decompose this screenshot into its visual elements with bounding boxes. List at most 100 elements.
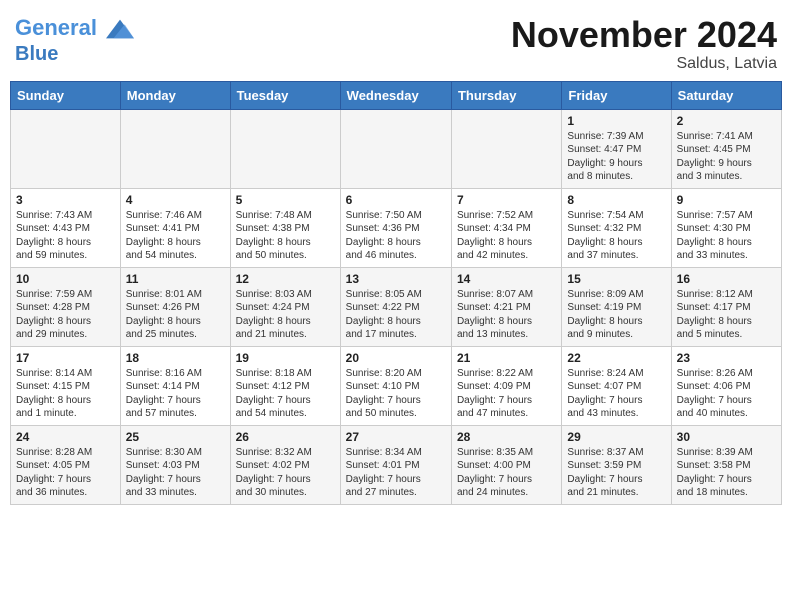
calendar-cell: 3Sunrise: 7:43 AM Sunset: 4:43 PM Daylig…	[11, 188, 121, 267]
day-number: 15	[567, 272, 665, 286]
calendar-cell: 5Sunrise: 7:48 AM Sunset: 4:38 PM Daylig…	[230, 188, 340, 267]
day-info: Sunrise: 8:22 AM Sunset: 4:09 PM Dayligh…	[457, 367, 556, 421]
day-number: 20	[346, 351, 446, 365]
day-number: 11	[126, 272, 225, 286]
calendar-cell: 14 Sunrise: 8:07 AM Sunset: 4:21 PM Dayli…	[451, 267, 561, 346]
day-info: Sunrise: 8:39 AM Sunset: 3:58 PM Dayligh…	[677, 446, 776, 500]
week-row-5: 24Sunrise: 8:28 AM Sunset: 4:05 PM Dayli…	[11, 425, 782, 504]
day-number: 23	[677, 351, 776, 365]
day-number: 30	[677, 430, 776, 444]
calendar-cell: 9Sunrise: 7:57 AM Sunset: 4:30 PM Daylig…	[671, 188, 781, 267]
day-number: 7	[457, 193, 556, 207]
calendar-cell: 21 Sunrise: 8:22 AM Sunset: 4:09 PM Dayli…	[451, 346, 561, 425]
day-info: Sunrise: 8:20 AM Sunset: 4:10 PM Dayligh…	[346, 367, 446, 421]
week-row-3: 10 Sunrise: 7:59 AM Sunset: 4:28 PM Dayli…	[11, 267, 782, 346]
day-info: Sunrise: 7:41 AM Sunset: 4:45 PM Dayligh…	[677, 130, 776, 184]
day-number: 13	[346, 272, 446, 286]
calendar-cell	[230, 109, 340, 188]
day-info: Sunrise: 8:18 AM Sunset: 4:12 PM Dayligh…	[236, 367, 335, 421]
day-number: 5	[236, 193, 335, 207]
day-info: Sunrise: 8:16 AM Sunset: 4:14 PM Dayligh…	[126, 367, 225, 421]
day-number: 27	[346, 430, 446, 444]
weekday-header-row: SundayMondayTuesdayWednesdayThursdayFrid…	[11, 81, 782, 109]
calendar-cell: 24Sunrise: 8:28 AM Sunset: 4:05 PM Dayli…	[11, 425, 121, 504]
day-info: Sunrise: 8:05 AM Sunset: 4:22 PM Dayligh…	[346, 288, 446, 342]
day-number: 19	[236, 351, 335, 365]
week-row-1: 1Sunrise: 7:39 AM Sunset: 4:47 PM Daylig…	[11, 109, 782, 188]
day-number: 8	[567, 193, 665, 207]
calendar-cell	[120, 109, 230, 188]
calendar-cell: 22 Sunrise: 8:24 AM Sunset: 4:07 PM Dayli…	[562, 346, 671, 425]
day-number: 9	[677, 193, 776, 207]
day-info: Sunrise: 8:24 AM Sunset: 4:07 PM Dayligh…	[567, 367, 665, 421]
calendar-cell: 20 Sunrise: 8:20 AM Sunset: 4:10 PM Dayli…	[340, 346, 451, 425]
weekday-header-thursday: Thursday	[451, 81, 561, 109]
calendar-cell: 28 Sunrise: 8:35 AM Sunset: 4:00 PM Dayli…	[451, 425, 561, 504]
calendar-cell: 26 Sunrise: 8:32 AM Sunset: 4:02 PM Dayli…	[230, 425, 340, 504]
day-number: 21	[457, 351, 556, 365]
day-number: 4	[126, 193, 225, 207]
day-info: Sunrise: 7:59 AM Sunset: 4:28 PM Dayligh…	[16, 288, 115, 342]
day-number: 17	[16, 351, 115, 365]
weekday-header-monday: Monday	[120, 81, 230, 109]
calendar-cell: 4 Sunrise: 7:46 AM Sunset: 4:41 PM Daylig…	[120, 188, 230, 267]
calendar-cell: 18Sunrise: 8:16 AM Sunset: 4:14 PM Dayli…	[120, 346, 230, 425]
calendar-cell: 1Sunrise: 7:39 AM Sunset: 4:47 PM Daylig…	[562, 109, 671, 188]
calendar-cell	[340, 109, 451, 188]
calendar-cell: 6 Sunrise: 7:50 AM Sunset: 4:36 PM Daylig…	[340, 188, 451, 267]
weekday-header-tuesday: Tuesday	[230, 81, 340, 109]
page-header: General Blue November 2024 Saldus, Latvi…	[10, 10, 782, 73]
day-number: 28	[457, 430, 556, 444]
calendar-cell: 27Sunrise: 8:34 AM Sunset: 4:01 PM Dayli…	[340, 425, 451, 504]
weekday-header-saturday: Saturday	[671, 81, 781, 109]
calendar-cell: 30 Sunrise: 8:39 AM Sunset: 3:58 PM Dayli…	[671, 425, 781, 504]
calendar-cell: 11Sunrise: 8:01 AM Sunset: 4:26 PM Dayli…	[120, 267, 230, 346]
weekday-header-wednesday: Wednesday	[340, 81, 451, 109]
day-number: 14	[457, 272, 556, 286]
day-number: 6	[346, 193, 446, 207]
day-info: Sunrise: 7:50 AM Sunset: 4:36 PM Dayligh…	[346, 209, 446, 263]
calendar-cell: 15 Sunrise: 8:09 AM Sunset: 4:19 PM Dayli…	[562, 267, 671, 346]
title-block: November 2024 Saldus, Latvia	[511, 15, 777, 73]
calendar-table: SundayMondayTuesdayWednesdayThursdayFrid…	[10, 81, 782, 505]
day-info: Sunrise: 8:32 AM Sunset: 4:02 PM Dayligh…	[236, 446, 335, 500]
calendar-cell	[451, 109, 561, 188]
logo-blue: Blue	[15, 43, 134, 65]
day-info: Sunrise: 7:43 AM Sunset: 4:43 PM Dayligh…	[16, 209, 115, 263]
day-number: 26	[236, 430, 335, 444]
day-info: Sunrise: 8:37 AM Sunset: 3:59 PM Dayligh…	[567, 446, 665, 500]
day-number: 2	[677, 114, 776, 128]
day-info: Sunrise: 8:12 AM Sunset: 4:17 PM Dayligh…	[677, 288, 776, 342]
day-info: Sunrise: 8:07 AM Sunset: 4:21 PM Dayligh…	[457, 288, 556, 342]
calendar-cell: 29Sunrise: 8:37 AM Sunset: 3:59 PM Dayli…	[562, 425, 671, 504]
week-row-4: 17 Sunrise: 8:14 AM Sunset: 4:15 PM Dayli…	[11, 346, 782, 425]
calendar-cell: 2 Sunrise: 7:41 AM Sunset: 4:45 PM Daylig…	[671, 109, 781, 188]
calendar-cell: 23Sunrise: 8:26 AM Sunset: 4:06 PM Dayli…	[671, 346, 781, 425]
day-number: 22	[567, 351, 665, 365]
day-info: Sunrise: 8:09 AM Sunset: 4:19 PM Dayligh…	[567, 288, 665, 342]
location: Saldus, Latvia	[511, 55, 777, 73]
day-number: 10	[16, 272, 115, 286]
calendar-cell: 7Sunrise: 7:52 AM Sunset: 4:34 PM Daylig…	[451, 188, 561, 267]
calendar-cell	[11, 109, 121, 188]
calendar-cell: 16 Sunrise: 8:12 AM Sunset: 4:17 PM Dayli…	[671, 267, 781, 346]
calendar-cell: 12Sunrise: 8:03 AM Sunset: 4:24 PM Dayli…	[230, 267, 340, 346]
calendar-cell: 10 Sunrise: 7:59 AM Sunset: 4:28 PM Dayli…	[11, 267, 121, 346]
day-info: Sunrise: 7:46 AM Sunset: 4:41 PM Dayligh…	[126, 209, 225, 263]
weekday-header-friday: Friday	[562, 81, 671, 109]
calendar-cell: 19 Sunrise: 8:18 AM Sunset: 4:12 PM Dayli…	[230, 346, 340, 425]
day-info: Sunrise: 8:30 AM Sunset: 4:03 PM Dayligh…	[126, 446, 225, 500]
day-info: Sunrise: 8:14 AM Sunset: 4:15 PM Dayligh…	[16, 367, 115, 421]
day-info: Sunrise: 8:28 AM Sunset: 4:05 PM Dayligh…	[16, 446, 115, 500]
logo: General Blue	[15, 15, 134, 65]
logo-text: General	[15, 15, 134, 43]
day-info: Sunrise: 8:35 AM Sunset: 4:00 PM Dayligh…	[457, 446, 556, 500]
day-info: Sunrise: 7:39 AM Sunset: 4:47 PM Dayligh…	[567, 130, 665, 184]
day-number: 16	[677, 272, 776, 286]
week-row-2: 3Sunrise: 7:43 AM Sunset: 4:43 PM Daylig…	[11, 188, 782, 267]
logo-icon	[106, 15, 134, 43]
day-info: Sunrise: 7:54 AM Sunset: 4:32 PM Dayligh…	[567, 209, 665, 263]
day-number: 12	[236, 272, 335, 286]
calendar-cell: 25Sunrise: 8:30 AM Sunset: 4:03 PM Dayli…	[120, 425, 230, 504]
calendar-cell: 17 Sunrise: 8:14 AM Sunset: 4:15 PM Dayli…	[11, 346, 121, 425]
